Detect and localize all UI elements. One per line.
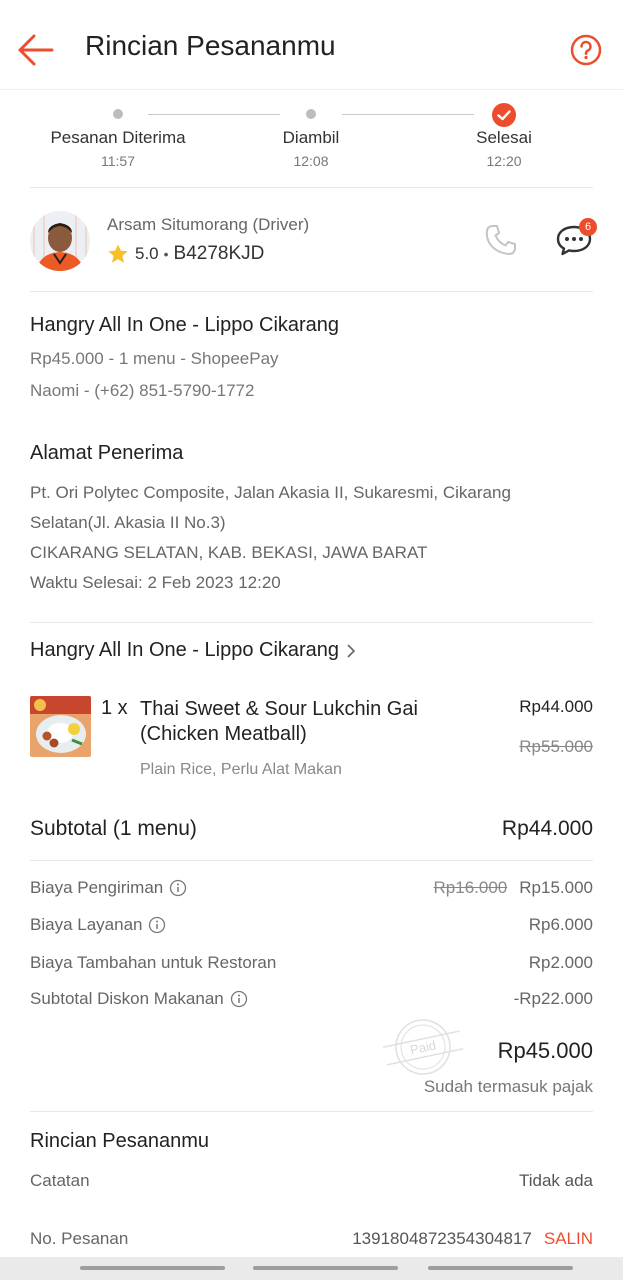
restaurant-fee-value: Rp2.000 [528,953,593,972]
nav-handle[interactable] [253,1266,398,1270]
delivery-fee-original: Rp16.000 [433,878,508,897]
restaurant-fee-row: Biaya Tambahan untuk Restoran Rp2.000 [30,953,593,973]
order-number-label: No. Pesanan [30,1229,129,1248]
phone-icon [485,225,516,255]
chevron-right-icon [347,643,356,658]
timeline-step-completed: Selesai 12:20 [476,128,532,169]
timeline-connector [148,114,280,115]
fee-label-wrap: Biaya Layanan [30,915,166,935]
order-details-title: Rincian Pesananmu [30,1130,209,1152]
discount-label: Subtotal Diskon Makanan [30,989,224,1008]
info-icon[interactable] [169,879,187,897]
notes-row: Catatan Tidak ada [30,1171,593,1191]
subtotal-label: Subtotal (1 menu) [30,817,197,840]
page-title: Rincian Pesananmu [85,30,336,61]
question-circle-icon [570,34,602,66]
order-total: Rp45.000 [497,1038,593,1063]
driver-card: Arsam Situmorang (Driver) 5.0 • B4278KJD… [30,208,597,292]
call-driver-button[interactable] [483,222,519,258]
notes-label: Catatan [30,1171,90,1190]
meta-separator: • [163,246,169,262]
timeline-dot [306,109,316,119]
driver-name: Arsam Situmorang (Driver) [107,215,310,234]
fee-label-wrap: Biaya Pengiriman [30,878,187,898]
timeline-step-picked-up: Diambil 12:08 [283,128,340,169]
address-lines: Pt. Ori Polytec Composite, Jalan Akasia … [30,478,593,598]
timeline-step-time: 12:08 [293,153,329,169]
restaurant-fee-label: Biaya Tambahan untuk Restoran [30,953,277,972]
discount-row: Subtotal Diskon Makanan -Rp22.000 [30,989,593,1009]
section-divider [30,1111,593,1112]
restaurant-name: Hangry All In One - Lippo Cikarang [30,314,340,336]
driver-meta: 5.0 • B4278KJD [107,243,264,265]
menu-item-image [30,696,91,757]
timeline-step-label: Diambil [282,128,340,147]
help-button[interactable] [570,34,602,66]
nav-handle[interactable] [428,1266,573,1270]
system-nav-bar [0,1257,623,1280]
completion-time: Waktu Selesai: 2 Feb 2023 12:20 [30,573,281,592]
address-title: Alamat Penerima [30,442,184,464]
address-line: CIKARANG SELATAN, KAB. BEKASI, JAWA BARA… [30,543,428,562]
fee-label-wrap: Subtotal Diskon Makanan [30,989,248,1009]
section-divider [30,860,593,861]
subtotal-value: Rp44.000 [501,817,593,840]
discount-value: -Rp22.000 [513,989,593,1008]
subtotal-row: Subtotal (1 menu) Rp44.000 [30,817,593,841]
order-number-row: No. Pesanan 1391804872354304817 SALIN [30,1229,593,1249]
item-options: Plain Rice, Perlu Alat Makan [140,761,342,778]
order-number-wrap: 1391804872354304817 SALIN [352,1229,593,1249]
recipient-contact: Naomi - (+62) 851-5790-1772 [30,381,255,400]
restaurant-summary: Hangry All In One - Lippo Cikarang Rp45.… [30,314,339,401]
fee-values: Rp16.000 Rp15.000 [434,878,593,898]
unread-badge: 6 [579,218,597,236]
item-price: Rp44.000 [519,697,593,716]
address-line: Pt. Ori Polytec Composite, Jalan Akasia … [30,483,511,502]
delivery-fee-label: Biaya Pengiriman [30,878,164,897]
timeline-dot [113,109,123,119]
timeline-step-label: Pesanan Diterima [50,128,186,147]
service-fee-label: Biaya Layanan [30,915,143,934]
store-link-label: Hangry All In One - Lippo Cikarang [30,639,340,661]
arrow-left-icon [18,34,54,66]
item-name: Thai Sweet & Sour Lukchin Gai (Chicken M… [140,698,418,745]
timeline-step-time: 11:57 [101,153,135,169]
store-link[interactable]: Hangry All In One - Lippo Cikarang [30,639,359,662]
order-summary: Rp45.000 - 1 menu - ShopeePay [30,349,279,368]
app-header: Rincian Pesananmu [0,0,623,90]
service-fee-value: Rp6.000 [528,915,593,934]
notes-value: Tidak ada [518,1171,593,1190]
back-button[interactable] [14,30,56,70]
nav-handle[interactable] [80,1266,225,1270]
section-divider [30,622,593,623]
check-circle-icon [492,103,516,127]
tax-note: Sudah termasuk pajak [423,1077,593,1096]
driver-avatar [30,211,90,271]
delivery-fee-value: Rp15.000 [519,878,593,897]
address-line: Selatan(Jl. Akasia II No.3) [30,513,226,532]
copy-order-number-button[interactable]: SALIN [544,1229,593,1249]
timeline-step-time: 12:20 [486,153,522,169]
service-fee-row: Biaya Layanan Rp6.000 [30,915,593,935]
info-icon[interactable] [230,990,248,1008]
timeline-step-received: Pesanan Diterima 11:57 [50,128,185,169]
item-original-price: Rp55.000 [519,737,593,756]
star-icon [108,244,128,263]
driver-rating: 5.0 [135,244,159,263]
timeline-connector [342,114,474,115]
order-status-timeline: Pesanan Diterima 11:57 Diambil 12:08 Sel… [30,100,593,188]
vehicle-plate: B4278KJD [173,243,265,264]
item-quantity: 1 x [101,697,128,719]
order-number-value: 1391804872354304817 [352,1229,532,1248]
delivery-fee-row: Biaya Pengiriman Rp16.000 Rp15.000 [30,878,593,898]
delivery-address-section: Alamat Penerima Pt. Ori Polytec Composit… [30,442,593,598]
driver-photo [30,211,90,271]
info-icon[interactable] [148,916,166,934]
timeline-step-label: Selesai [476,128,532,147]
